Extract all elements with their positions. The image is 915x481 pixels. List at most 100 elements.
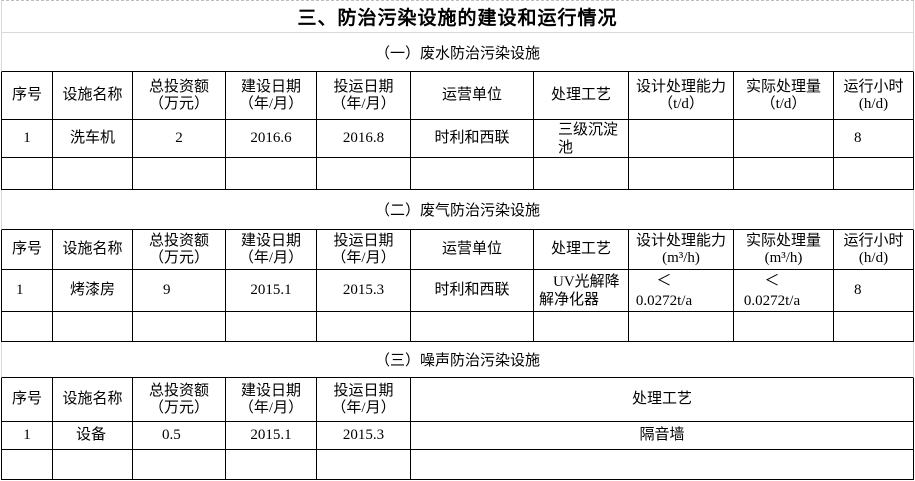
empty-cell <box>133 450 226 480</box>
report-title: 三、防治污染设施的建设和运行情况 <box>1 0 914 33</box>
header-unit: （年/月） <box>331 95 396 112</box>
header-stack: 总投资额 （万元） <box>149 233 209 267</box>
header-cell-process: 处理工艺 <box>411 378 914 422</box>
header-stack: 投运日期 （年/月） <box>331 79 395 113</box>
empty-cell <box>53 158 133 190</box>
empty-cell <box>317 158 411 190</box>
header-cell-operation-date: 投运日期 （年/月） <box>317 72 411 120</box>
cell-actual-throughput <box>734 120 834 158</box>
header-stack: 实际处理量 (m³/h) <box>746 233 821 267</box>
header-stack: 总投资额 （万元） <box>149 79 209 113</box>
header-cell-serial: 序号 <box>1 230 53 270</box>
cell-design-capacity <box>629 120 734 158</box>
pollution-facilities-sheet: 三、防治污染设施的建设和运行情况 （一）废水防治污染设施 序号 设施名称 总投资… <box>1 0 914 480</box>
header-unit: （万元） <box>148 95 209 112</box>
cell-facility-name: 烤漆房 <box>53 270 133 312</box>
header-stack: 建设日期 （年/月） <box>239 233 303 267</box>
header-cell-facility-name: 设施名称 <box>53 378 133 422</box>
header-label: 运行小时 <box>843 232 904 249</box>
section-heading-exhaust-gas: （二）废气防治污染设施 <box>1 190 914 230</box>
cell-operating-hours: 8 <box>834 270 914 312</box>
header-label: 总投资额 <box>148 232 209 249</box>
empty-cell <box>629 312 734 342</box>
section-heading-wastewater: （一）废水防治污染设施 <box>1 33 914 72</box>
empty-cell <box>534 312 629 342</box>
empty-cell <box>53 450 133 480</box>
empty-cell <box>534 158 629 190</box>
cell-operator: 时利和西联 <box>411 120 534 158</box>
header-cell-operating-hours: 运行小时 (h/d) <box>834 72 914 120</box>
empty-cell <box>226 158 317 190</box>
header-cell-process: 处理工艺 <box>534 230 629 270</box>
empty-cell <box>317 450 411 480</box>
header-unit: （万元） <box>148 399 209 416</box>
cell-design-capacity: ＜ 0.0272t/a <box>629 270 734 312</box>
header-unit: (m³/h) <box>662 249 700 266</box>
header-unit: (m³/h) <box>764 249 803 266</box>
header-unit: （年/月） <box>238 95 304 112</box>
header-cell-process: 处理工艺 <box>534 72 629 120</box>
header-label: 建设日期 <box>240 78 301 95</box>
table-row: 1 设备 0.5 2015.1 2015.3 隔音墙 <box>1 422 914 450</box>
header-stack: 实际处理量 （t/d） <box>746 79 821 113</box>
header-stack: 建设日期 （年/月） <box>239 383 303 417</box>
wastewater-header-row: 序号 设施名称 总投资额 （万元） 建设日期 （年/月） 投运日期 （年/月） … <box>1 72 914 120</box>
empty-cell <box>411 158 534 190</box>
cell-actual-throughput-text: ＜ 0.0272t/a <box>743 272 801 309</box>
cell-serial: 1 <box>1 120 53 158</box>
header-cell-actual-throughput: 实际处理量 （t/d） <box>734 72 834 120</box>
empty-row <box>1 312 914 342</box>
exhaust-gas-header-row: 序号 设施名称 总投资额 （万元） 建设日期 （年/月） 投运日期 （年/月） … <box>1 230 914 270</box>
header-cell-operating-hours: 运行小时 (h/d) <box>834 230 914 270</box>
header-cell-design-capacity: 设计处理能力 (m³/h) <box>629 230 734 270</box>
empty-cell <box>317 312 411 342</box>
header-stack: 设计处理能力 （t/d） <box>636 79 726 113</box>
cell-serial: 1 <box>1 422 53 450</box>
cell-operation-date: 2015.3 <box>317 422 411 450</box>
header-cell-total-investment: 总投资额 （万元） <box>133 72 226 120</box>
table-row: 1 洗车机 2 2016.6 2016.8 时利和西联 三级沉淀池 8 <box>1 120 914 158</box>
header-cell-actual-throughput: 实际处理量 (m³/h) <box>734 230 834 270</box>
empty-cell <box>734 312 834 342</box>
header-cell-facility-name: 设施名称 <box>53 72 133 120</box>
empty-cell <box>629 158 734 190</box>
empty-row <box>1 450 914 480</box>
cell-operation-date: 2015.3 <box>317 270 411 312</box>
header-label: 实际处理量 <box>745 78 821 95</box>
cell-process: 隔音墙 <box>411 422 914 450</box>
header-stack: 运行小时 (h/d) <box>843 233 903 267</box>
cell-build-date: 2015.1 <box>226 422 317 450</box>
cell-total-investment: 2 <box>133 120 226 158</box>
header-label: 实际处理量 <box>745 232 821 249</box>
header-unit: （t/d） <box>658 95 704 112</box>
cell-process: UV光解降解净化器 <box>534 270 629 312</box>
header-unit: (h/d) <box>858 249 889 266</box>
header-label: 建设日期 <box>240 232 301 249</box>
empty-row <box>1 158 914 190</box>
header-cell-design-capacity: 设计处理能力 （t/d） <box>629 72 734 120</box>
header-unit: （年/月） <box>238 249 304 266</box>
empty-cell <box>53 312 133 342</box>
header-label: 总投资额 <box>148 382 209 399</box>
cell-design-capacity-text: ＜ 0.0272t/a <box>635 272 693 309</box>
empty-cell <box>734 158 834 190</box>
empty-cell <box>1 312 53 342</box>
noise-header-row: 序号 设施名称 总投资额 （万元） 建设日期 （年/月） 投运日期 （年/月） … <box>1 378 914 422</box>
empty-cell <box>411 450 914 480</box>
empty-cell <box>1 450 53 480</box>
header-unit: （t/d） <box>760 95 807 112</box>
header-label: 运行小时 <box>843 78 904 95</box>
section-heading-noise: （三）噪声防治污染设施 <box>1 342 914 378</box>
cell-facility-name: 设备 <box>53 422 133 450</box>
header-cell-total-investment: 总投资额 （万元） <box>133 378 226 422</box>
empty-cell <box>834 158 914 190</box>
header-cell-build-date: 建设日期 （年/月） <box>226 378 317 422</box>
header-cell-operation-date: 投运日期 （年/月） <box>317 378 411 422</box>
empty-cell <box>133 312 226 342</box>
header-stack: 建设日期 （年/月） <box>239 79 303 113</box>
header-stack: 总投资额 （万元） <box>149 383 209 417</box>
header-label: 总投资额 <box>148 78 209 95</box>
cell-operation-date: 2016.8 <box>317 120 411 158</box>
header-unit: （年/月） <box>331 249 396 266</box>
header-cell-operator: 运营单位 <box>411 230 534 270</box>
